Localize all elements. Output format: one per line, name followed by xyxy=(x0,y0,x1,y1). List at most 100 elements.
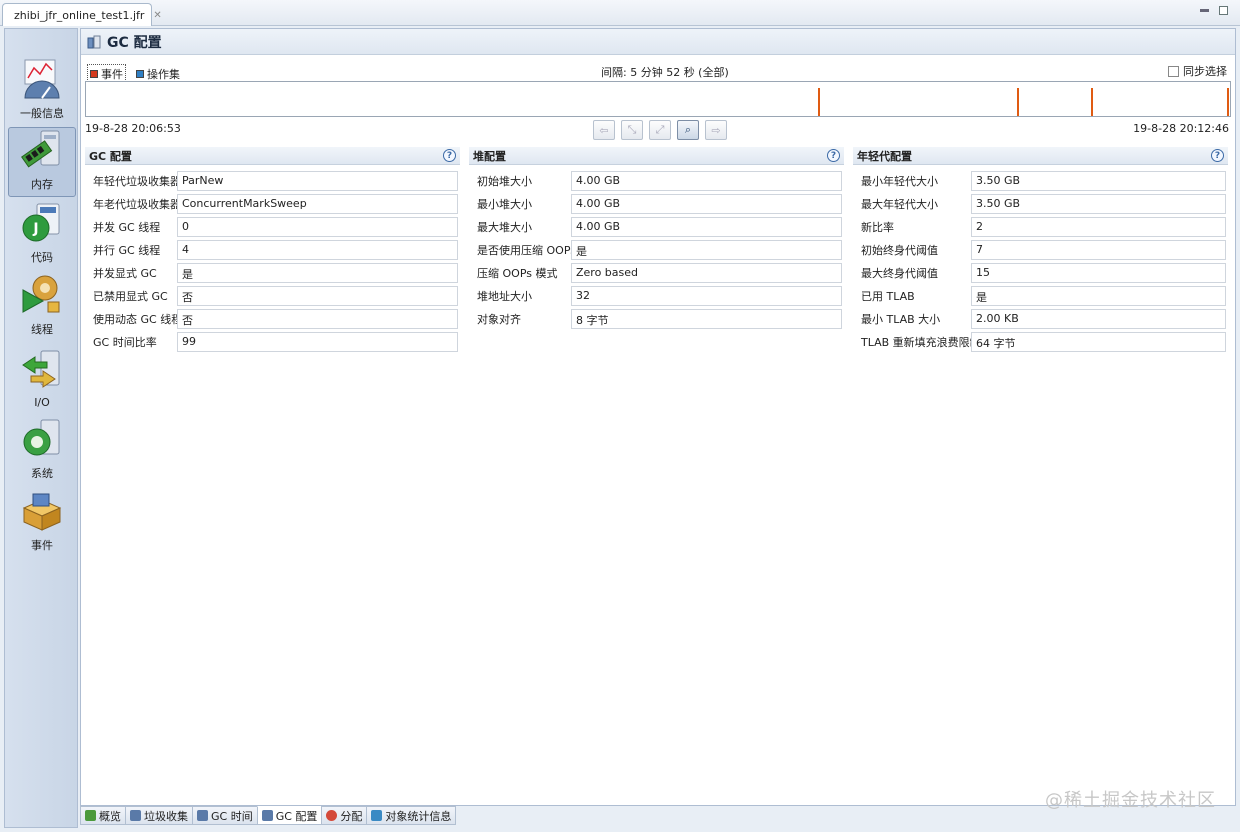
threads-gear-icon xyxy=(22,275,60,313)
field-value[interactable]: 32 xyxy=(571,285,842,306)
field-value[interactable]: ConcurrentMarkSweep xyxy=(177,193,458,214)
timeline-range[interactable] xyxy=(85,81,1231,117)
tab-gc-time[interactable]: GC 时间 xyxy=(192,806,257,825)
field-value[interactable]: 是 xyxy=(177,262,458,283)
panel-header: 堆配置 ? xyxy=(469,147,844,165)
field-label: 并行 GC 线程 xyxy=(93,243,161,257)
editor-tab[interactable]: zhibi_jfr_online_test1.jfr ✕ xyxy=(2,3,162,26)
heap-config-panel: 堆配置 ? 初始堆大小 4.00 GB 最小堆大小 4.00 GB 最大堆大小 4.0… xyxy=(469,147,844,330)
tab-object-statistics[interactable]: 对象统计信息 xyxy=(366,806,457,825)
object-statistics-icon xyxy=(371,810,383,821)
field-value[interactable]: 99 xyxy=(177,331,458,352)
table-row: 年轻代垃圾收集器 ParNew xyxy=(85,169,460,192)
field-value[interactable]: 2.00 KB xyxy=(971,308,1226,329)
sync-label: 同步选择 xyxy=(1183,65,1227,78)
field-label: 已禁用显式 GC xyxy=(93,289,168,303)
zoom-out-button[interactable]: ⤡ xyxy=(621,120,643,140)
table-row: 堆地址大小 32 xyxy=(469,284,844,307)
zoom-select-button[interactable]: ⌕ xyxy=(677,120,699,140)
field-value[interactable]: 15 xyxy=(971,262,1226,283)
table-row: 并行 GC 线程 4 xyxy=(85,238,460,261)
sidebar-item-label: 系统 xyxy=(31,467,53,480)
sidebar: 一般信息 内存 J 代码 线程 I/O 系统 事件 xyxy=(4,28,78,828)
field-label: 并发 GC 线程 xyxy=(93,220,161,234)
sidebar-item-code[interactable]: J 代码 xyxy=(8,199,76,269)
field-label: 初始堆大小 xyxy=(477,174,532,188)
table-row: 并发 GC 线程 0 xyxy=(85,215,460,238)
table-row: 并发显式 GC 是 xyxy=(85,261,460,284)
sidebar-item-label: 线程 xyxy=(31,323,53,336)
sidebar-item-threads[interactable]: 线程 xyxy=(8,271,76,341)
watermark: @稀土掘金技术社区 xyxy=(1045,790,1216,811)
tab-allocation[interactable]: 分配 xyxy=(321,806,367,825)
field-label: 并发显式 GC xyxy=(93,266,157,280)
tab-gc-config[interactable]: GC 配置 xyxy=(256,806,322,825)
editor-tab-bar: zhibi_jfr_online_test1.jfr ✕ xyxy=(0,0,1240,26)
table-row: 对象对齐 8 字节 xyxy=(469,307,844,330)
forward-button[interactable]: ⇨ xyxy=(705,120,727,140)
page-header: GC 配置 xyxy=(81,29,1235,55)
field-value[interactable]: ParNew xyxy=(177,170,458,191)
event-marker xyxy=(1091,88,1093,116)
field-value[interactable]: 是 xyxy=(971,285,1226,306)
garbage-collection-icon xyxy=(130,810,141,821)
help-icon[interactable]: ? xyxy=(1211,149,1224,162)
overview-icon xyxy=(85,810,96,821)
maximize-button[interactable] xyxy=(1219,6,1228,15)
field-value[interactable]: 否 xyxy=(177,285,458,306)
legend-label: 操作集 xyxy=(147,68,180,81)
field-label: 压缩 OOPs 模式 xyxy=(477,266,558,280)
field-value[interactable]: 是 xyxy=(571,239,842,260)
field-value[interactable]: 3.50 GB xyxy=(971,193,1226,214)
gc-config-icon xyxy=(87,35,101,48)
field-value[interactable]: 3.50 GB xyxy=(971,170,1226,191)
help-icon[interactable]: ? xyxy=(443,149,456,162)
table-row: 最大终身代阈值 15 xyxy=(853,261,1228,284)
sidebar-item-system[interactable]: 系统 xyxy=(8,415,76,485)
editor-tab-title: zhibi_jfr_online_test1.jfr xyxy=(14,8,145,22)
minimize-button[interactable] xyxy=(1200,9,1209,12)
sidebar-item-memory[interactable]: 内存 xyxy=(8,127,76,197)
panel-title: 年轻代配置 xyxy=(857,149,912,163)
sidebar-item-general[interactable]: 一般信息 xyxy=(8,55,76,125)
panel-header: GC 配置 ? xyxy=(85,147,460,165)
sidebar-item-events[interactable]: 事件 xyxy=(8,487,76,557)
field-value[interactable]: 否 xyxy=(177,308,458,329)
table-row: 新比率 2 xyxy=(853,215,1228,238)
close-icon[interactable]: ✕ xyxy=(153,10,161,21)
sidebar-item-io[interactable]: I/O xyxy=(8,343,76,413)
field-label: 是否使用压缩 OOPs xyxy=(477,243,576,257)
field-label: 最大终身代阈值 xyxy=(861,266,938,280)
timeline-nav-buttons: ⇦ ⤡ ⤢ ⌕ ⇨ xyxy=(593,120,727,140)
field-value[interactable]: 4.00 GB xyxy=(571,216,842,237)
help-icon[interactable]: ? xyxy=(827,149,840,162)
zoom-in-button[interactable]: ⤢ xyxy=(649,120,671,140)
tab-garbage-collection[interactable]: 垃圾收集 xyxy=(125,806,192,825)
sidebar-item-label: I/O xyxy=(34,396,50,409)
field-value[interactable]: 2 xyxy=(971,216,1226,237)
field-value[interactable]: Zero based xyxy=(571,262,842,283)
field-value[interactable]: 7 xyxy=(971,239,1226,260)
table-row: 是否使用压缩 OOPs 是 xyxy=(469,238,844,261)
sidebar-item-label: 事件 xyxy=(31,539,53,552)
back-button[interactable]: ⇦ xyxy=(593,120,615,140)
field-value[interactable]: 4 xyxy=(177,239,458,260)
gc-time-icon xyxy=(197,810,208,821)
tab-label: 分配 xyxy=(340,809,363,823)
field-label: GC 时间比率 xyxy=(93,335,157,349)
field-value[interactable]: 4.00 GB xyxy=(571,170,842,191)
tab-overview[interactable]: 概览 xyxy=(80,806,125,825)
event-marker xyxy=(818,88,820,116)
sync-selection[interactable]: 同步选择 xyxy=(1168,63,1227,79)
field-value[interactable]: 8 字节 xyxy=(571,308,842,329)
field-value[interactable]: 4.00 GB xyxy=(571,193,842,214)
field-value[interactable]: 64 字节 xyxy=(971,331,1226,352)
table-row: 已禁用显式 GC 否 xyxy=(85,284,460,307)
sync-checkbox[interactable] xyxy=(1168,65,1179,77)
table-row: 最小堆大小 4.00 GB xyxy=(469,192,844,215)
field-value[interactable]: 0 xyxy=(177,216,458,237)
legend-swatch xyxy=(90,70,98,78)
sidebar-item-label: 一般信息 xyxy=(20,107,64,120)
tab-label: GC 时间 xyxy=(211,809,253,823)
tab-label: 对象统计信息 xyxy=(385,809,452,823)
